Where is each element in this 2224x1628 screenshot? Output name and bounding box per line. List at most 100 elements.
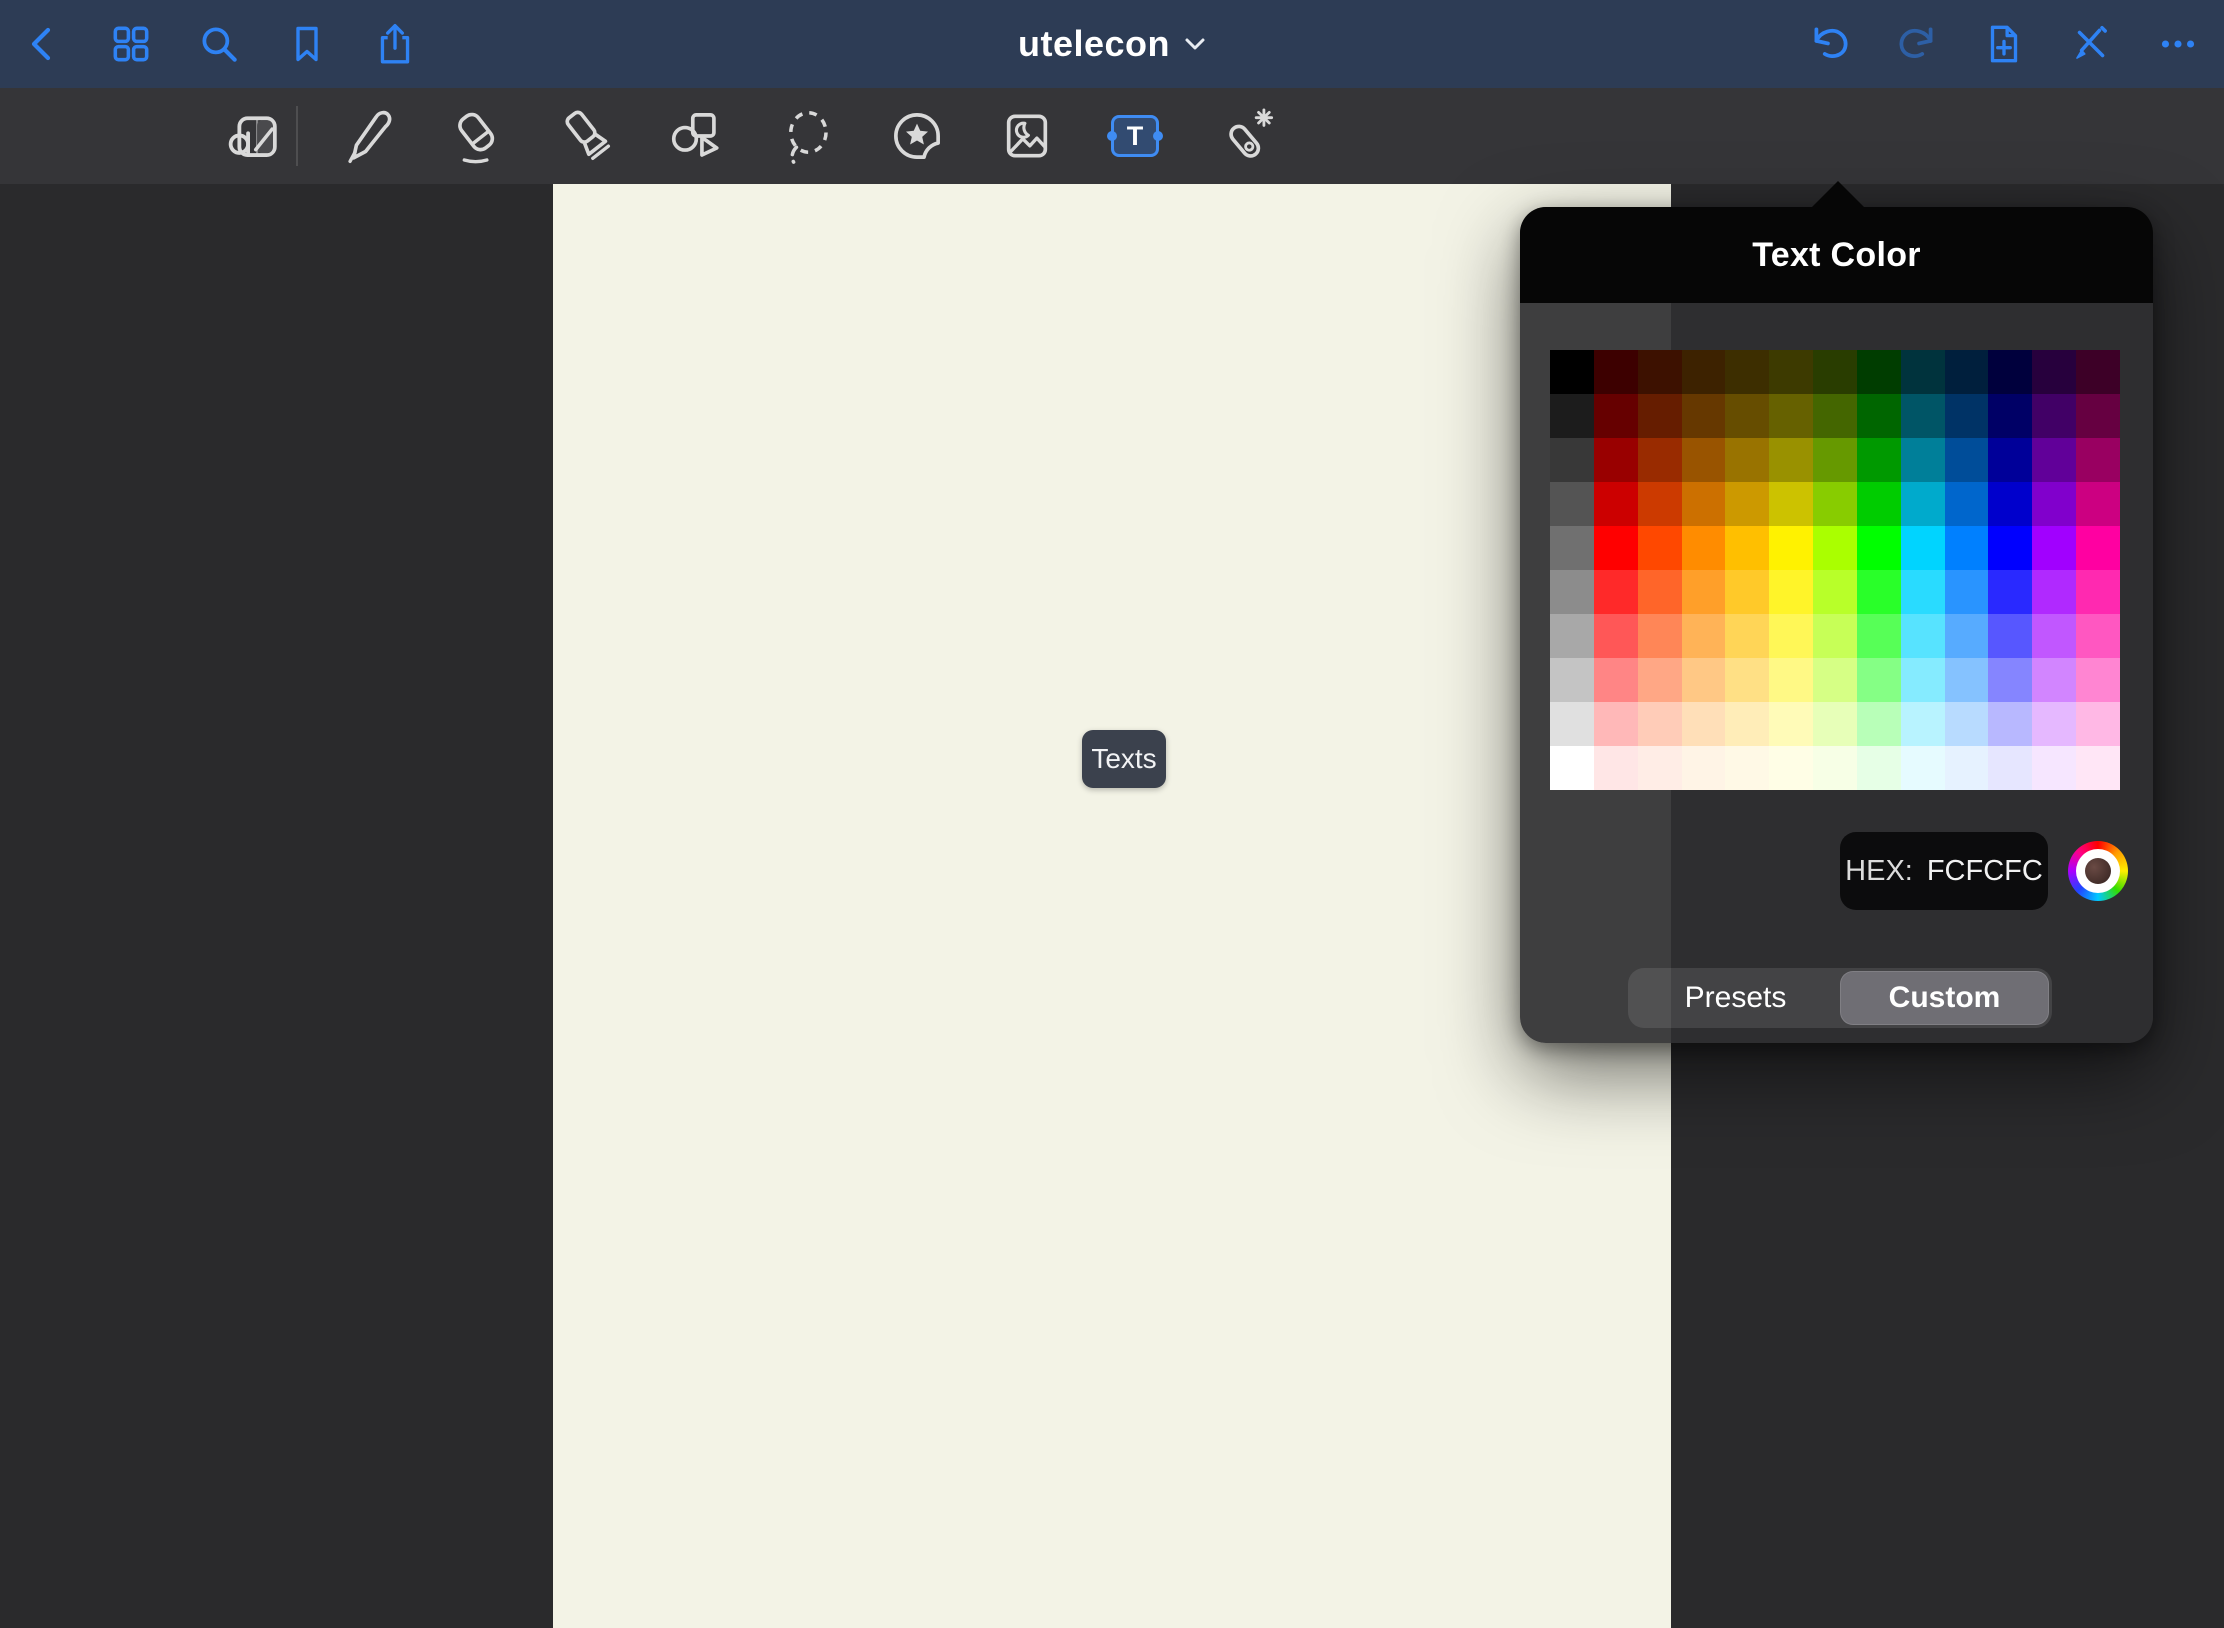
- color-swatch[interactable]: [1901, 614, 1945, 658]
- color-swatch[interactable]: [1594, 394, 1638, 438]
- color-swatch[interactable]: [1638, 658, 1682, 702]
- color-swatch[interactable]: [1550, 438, 1594, 482]
- color-swatch[interactable]: [1594, 614, 1638, 658]
- color-swatch[interactable]: [2032, 482, 2076, 526]
- highlighter-tool-button[interactable]: [552, 101, 622, 171]
- color-swatch[interactable]: [1769, 482, 1813, 526]
- color-swatch[interactable]: [2076, 614, 2120, 658]
- color-swatch[interactable]: [1813, 658, 1857, 702]
- color-swatch[interactable]: [1638, 526, 1682, 570]
- color-swatch[interactable]: [1769, 658, 1813, 702]
- eraser-tool-button[interactable]: [442, 101, 512, 171]
- color-swatch[interactable]: [2076, 702, 2120, 746]
- tab-presets[interactable]: Presets: [1631, 971, 1840, 1025]
- color-swatch[interactable]: [1945, 614, 1989, 658]
- color-swatch[interactable]: [1813, 570, 1857, 614]
- color-swatch[interactable]: [1594, 482, 1638, 526]
- color-swatch[interactable]: [1988, 746, 2032, 790]
- color-swatch[interactable]: [1725, 658, 1769, 702]
- color-swatch[interactable]: [2032, 614, 2076, 658]
- color-swatch[interactable]: [1901, 526, 1945, 570]
- tab-custom[interactable]: Custom: [1840, 971, 2049, 1025]
- color-swatch[interactable]: [1769, 350, 1813, 394]
- color-swatch[interactable]: [1813, 438, 1857, 482]
- lasso-tool-button[interactable]: [772, 101, 842, 171]
- color-swatch[interactable]: [1988, 394, 2032, 438]
- color-swatch[interactable]: [1682, 614, 1726, 658]
- color-swatch[interactable]: [1945, 350, 1989, 394]
- color-swatch[interactable]: [1945, 746, 1989, 790]
- color-swatch[interactable]: [1988, 570, 2032, 614]
- color-swatch[interactable]: [1945, 394, 1989, 438]
- color-swatch[interactable]: [1594, 746, 1638, 790]
- color-swatch[interactable]: [1857, 482, 1901, 526]
- color-swatch[interactable]: [1901, 394, 1945, 438]
- color-swatch[interactable]: [1901, 746, 1945, 790]
- pen-tool-button[interactable]: [332, 101, 402, 171]
- color-swatch[interactable]: [1813, 350, 1857, 394]
- color-swatch[interactable]: [1682, 350, 1726, 394]
- color-swatch[interactable]: [1594, 658, 1638, 702]
- color-swatch[interactable]: [1945, 658, 1989, 702]
- color-swatch[interactable]: [1725, 438, 1769, 482]
- color-swatch[interactable]: [1638, 570, 1682, 614]
- hex-value-field[interactable]: HEX: FCFCFC: [1840, 832, 2048, 910]
- color-swatch[interactable]: [2032, 570, 2076, 614]
- color-swatch[interactable]: [1988, 482, 2032, 526]
- color-swatch[interactable]: [1988, 658, 2032, 702]
- color-swatch[interactable]: [1682, 658, 1726, 702]
- color-swatch[interactable]: [1813, 614, 1857, 658]
- color-swatch[interactable]: [1550, 702, 1594, 746]
- color-swatch[interactable]: [1725, 702, 1769, 746]
- color-swatch[interactable]: [1857, 702, 1901, 746]
- color-swatch[interactable]: [1550, 658, 1594, 702]
- color-swatch[interactable]: [1901, 350, 1945, 394]
- color-swatch[interactable]: [1945, 438, 1989, 482]
- color-swatch[interactable]: [1769, 394, 1813, 438]
- color-swatch[interactable]: [1857, 614, 1901, 658]
- color-swatch[interactable]: [1550, 350, 1594, 394]
- color-swatch[interactable]: [1638, 394, 1682, 438]
- color-swatch[interactable]: [1550, 570, 1594, 614]
- color-swatch[interactable]: [1813, 702, 1857, 746]
- color-swatch[interactable]: [1725, 746, 1769, 790]
- color-swatch[interactable]: [1638, 614, 1682, 658]
- color-swatch[interactable]: [1988, 350, 2032, 394]
- bookmark-button[interactable]: [279, 16, 335, 72]
- color-swatch[interactable]: [1638, 482, 1682, 526]
- color-swatch[interactable]: [2032, 438, 2076, 482]
- color-swatch[interactable]: [1988, 702, 2032, 746]
- share-button[interactable]: [367, 16, 423, 72]
- color-swatch[interactable]: [1682, 394, 1726, 438]
- color-swatch[interactable]: [2032, 350, 2076, 394]
- color-swatch[interactable]: [1638, 702, 1682, 746]
- color-swatch[interactable]: [1725, 482, 1769, 526]
- color-swatch[interactable]: [1638, 350, 1682, 394]
- text-tool-button[interactable]: T: [1100, 101, 1170, 171]
- color-swatch[interactable]: [1857, 350, 1901, 394]
- color-swatch[interactable]: [2032, 526, 2076, 570]
- color-swatch[interactable]: [1857, 394, 1901, 438]
- color-swatch[interactable]: [2032, 394, 2076, 438]
- pages-overview-button[interactable]: [103, 16, 159, 72]
- color-swatch[interactable]: [1813, 526, 1857, 570]
- document-title-button[interactable]: utelecon: [1018, 0, 1206, 88]
- color-swatch[interactable]: [1594, 570, 1638, 614]
- color-swatch[interactable]: [1682, 702, 1726, 746]
- color-swatch[interactable]: [1550, 614, 1594, 658]
- color-swatch[interactable]: [1988, 614, 2032, 658]
- color-swatch[interactable]: [1857, 526, 1901, 570]
- color-swatch[interactable]: [1945, 570, 1989, 614]
- color-swatch[interactable]: [1550, 746, 1594, 790]
- color-swatch[interactable]: [1769, 438, 1813, 482]
- color-swatch[interactable]: [1725, 350, 1769, 394]
- color-swatch[interactable]: [1682, 570, 1726, 614]
- color-swatch[interactable]: [1988, 526, 2032, 570]
- undo-button[interactable]: [1802, 16, 1858, 72]
- color-swatch[interactable]: [1769, 746, 1813, 790]
- color-swatch[interactable]: [1769, 570, 1813, 614]
- color-swatch[interactable]: [1813, 394, 1857, 438]
- color-swatch[interactable]: [2032, 746, 2076, 790]
- color-swatch[interactable]: [1550, 482, 1594, 526]
- shapes-tool-button[interactable]: [662, 101, 732, 171]
